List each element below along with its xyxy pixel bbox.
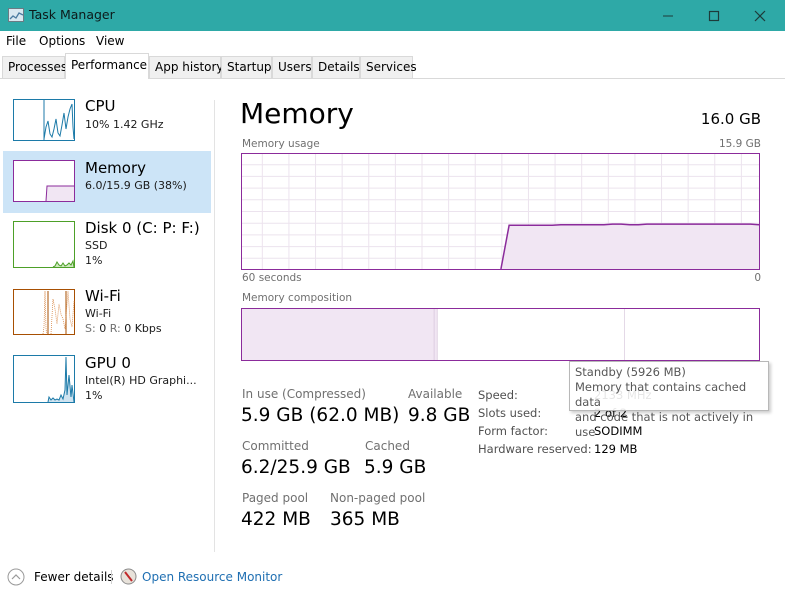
paged-pool-label: Paged pool <box>242 491 309 505</box>
footer: Fewer details Open Resource Monitor <box>0 560 785 600</box>
chevron-up-icon <box>7 568 25 586</box>
sidebar-item-gpu[interactable]: GPU 0 Intel(R) HD Graphi... 1% <box>3 349 211 411</box>
gpu-thumbnail-graph <box>13 355 75 403</box>
hardware-reserved-value: 129 MB <box>594 442 638 456</box>
tab-services[interactable]: Services <box>360 56 417 78</box>
sidebar-divider[interactable] <box>214 100 215 552</box>
memory-title: Memory <box>85 159 147 177</box>
tooltip-line1: Memory that contains cached data <box>575 380 747 409</box>
minimize-button[interactable] <box>645 0 691 31</box>
nonpaged-pool-value: 365 MB <box>330 509 400 530</box>
tab-details[interactable]: Details <box>312 56 360 78</box>
memory-usage-graph <box>241 153 760 270</box>
maximize-button[interactable] <box>691 0 737 31</box>
menu-file[interactable]: File <box>6 34 26 48</box>
tab-processes[interactable]: Processes <box>2 56 67 78</box>
minimize-icon <box>663 15 673 16</box>
composition-segment-in-use[interactable] <box>242 309 435 360</box>
in-use-value: 5.9 GB (62.0 MB) <box>241 405 400 426</box>
slots-used-label: Slots used: <box>478 406 542 420</box>
cached-value: 5.9 GB <box>364 457 427 478</box>
wifi-receive-value: 0 Kbps <box>124 322 162 335</box>
in-use-label: In use (Compressed) <box>242 387 366 401</box>
gpu-model: Intel(R) HD Graphi... <box>85 374 197 387</box>
form-factor-label: Form factor: <box>478 424 548 438</box>
usage-area <box>500 224 759 269</box>
tab-bar: Processes Performance App history Startu… <box>0 52 785 79</box>
wifi-thumbnail-graph <box>13 289 75 335</box>
open-resource-monitor-link[interactable]: Open Resource Monitor <box>120 568 282 585</box>
menu-bar: File Options View <box>0 31 785 52</box>
available-label: Available <box>408 387 463 401</box>
title-bar: Task Manager <box>0 0 785 31</box>
tab-performance[interactable]: Performance <box>65 53 149 79</box>
resource-monitor-label: Open Resource Monitor <box>142 569 283 584</box>
disk-type: SSD <box>85 239 108 252</box>
footer-divider <box>111 570 112 584</box>
memory-subtitle: 6.0/15.9 GB (38%) <box>85 179 187 192</box>
memory-usage-max: 15.9 GB <box>718 138 761 150</box>
window-title: Task Manager <box>29 7 115 22</box>
composition-segment-free[interactable] <box>624 309 759 360</box>
wifi-title: Wi-Fi <box>85 287 121 305</box>
tooltip-title: Standby (5926 MB) <box>575 365 686 379</box>
memory-usage-label: Memory usage <box>242 138 320 150</box>
nonpaged-pool-label: Non-paged pool <box>330 491 426 505</box>
graph-time-span: 60 seconds <box>242 272 302 284</box>
cpu-subtitle: 10% 1.42 GHz <box>85 118 164 131</box>
fewer-details-label: Fewer details <box>34 570 114 584</box>
maximize-icon <box>708 10 720 21</box>
task-manager-icon <box>8 8 24 22</box>
disk-title: Disk 0 (C: P: F:) <box>85 219 200 237</box>
paged-pool-value: 422 MB <box>241 509 311 530</box>
speed-label: Speed: <box>478 388 518 402</box>
sidebar-item-cpu[interactable]: CPU 10% 1.42 GHz <box>3 91 211 153</box>
menu-options[interactable]: Options <box>39 34 85 48</box>
sidebar-item-wifi[interactable]: Wi-Fi Wi-Fi S: 0 R: 0 Kbps <box>3 282 211 344</box>
disk-thumbnail-graph <box>13 221 75 269</box>
memory-thumbnail-graph <box>13 160 75 202</box>
wifi-send-label: S: <box>85 322 96 335</box>
fewer-details-button[interactable]: Fewer details <box>7 568 114 586</box>
graph-time-now: 0 <box>754 272 761 284</box>
composition-segment-standby[interactable] <box>437 309 625 360</box>
wifi-receive-label: R: <box>109 322 121 335</box>
wifi-adapter: Wi-Fi <box>85 307 112 320</box>
resource-monitor-icon <box>120 568 137 585</box>
memory-composition-bar[interactable] <box>241 308 760 361</box>
standby-tooltip: Standby (5926 MB) Memory that contains c… <box>569 361 769 439</box>
total-memory: 16.0 GB <box>700 110 761 128</box>
tooltip-line2: and code that is not actively in use <box>575 410 754 439</box>
available-value: 9.8 GB <box>408 405 471 426</box>
memory-composition-label: Memory composition <box>242 292 353 304</box>
gpu-title: GPU 0 <box>85 354 131 372</box>
menu-view[interactable]: View <box>96 34 124 48</box>
hardware-reserved-label: Hardware reserved: <box>478 442 592 456</box>
page-title: Memory <box>240 97 354 130</box>
sidebar-item-disk[interactable]: Disk 0 (C: P: F:) SSD 1% <box>3 214 211 276</box>
cached-label: Cached <box>365 439 410 453</box>
cpu-title: CPU <box>85 97 116 115</box>
tab-users[interactable]: Users <box>272 56 312 78</box>
committed-value: 6.2/25.9 GB <box>241 457 351 478</box>
gpu-usage: 1% <box>85 389 103 402</box>
wifi-throughput: S: 0 R: 0 Kbps <box>85 322 162 335</box>
cpu-thumbnail-graph <box>13 99 75 141</box>
sidebar-item-memory[interactable]: Memory 6.0/15.9 GB (38%) <box>3 151 211 213</box>
committed-label: Committed <box>242 439 309 453</box>
tab-app-history[interactable]: App history <box>149 56 224 78</box>
close-icon <box>754 10 766 21</box>
wifi-send-value: 0 <box>99 322 107 335</box>
disk-usage: 1% <box>85 254 103 267</box>
close-button[interactable] <box>737 0 783 31</box>
tab-startup[interactable]: Startup <box>221 56 272 78</box>
